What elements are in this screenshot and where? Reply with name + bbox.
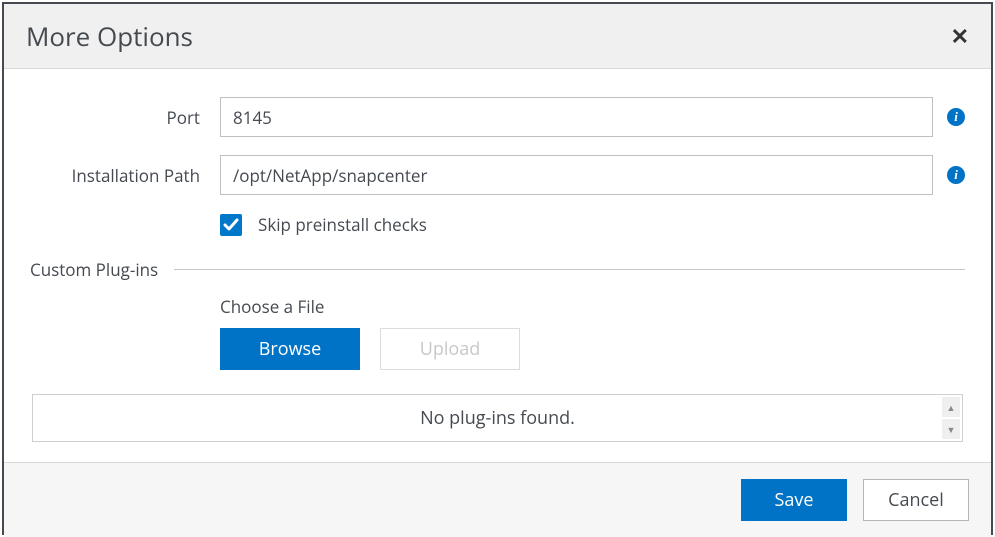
spin-up-icon[interactable]: ▲ xyxy=(942,397,960,417)
spin-down-icon[interactable]: ▼ xyxy=(942,419,960,439)
skip-preinstall-label: Skip preinstall checks xyxy=(258,213,427,236)
custom-plugins-section: Custom Plug-ins xyxy=(30,258,965,281)
install-path-input-wrap: i xyxy=(220,155,965,195)
port-input[interactable] xyxy=(220,97,933,137)
plugins-spinner: ▲ ▼ xyxy=(942,397,960,439)
port-row: Port i xyxy=(30,97,965,137)
install-path-row: Installation Path i xyxy=(30,155,965,195)
dialog-header: More Options ✕ xyxy=(4,4,991,69)
port-label: Port xyxy=(30,106,220,129)
custom-plugins-label: Custom Plug-ins xyxy=(30,258,174,281)
save-button[interactable]: Save xyxy=(741,479,847,521)
section-divider xyxy=(174,269,965,270)
more-options-dialog: More Options ✕ Port i Installation Path … xyxy=(2,2,993,535)
upload-button: Upload xyxy=(380,328,520,370)
skip-preinstall-row: Skip preinstall checks xyxy=(220,213,965,236)
file-buttons-row: Browse Upload xyxy=(220,328,965,370)
dialog-body: Port i Installation Path i Skip preinsta… xyxy=(4,69,991,462)
plugins-empty-text: No plug-ins found. xyxy=(420,406,575,430)
skip-preinstall-checkbox[interactable] xyxy=(220,214,242,236)
choose-file-label: Choose a File xyxy=(220,295,965,318)
dialog-footer: Save Cancel xyxy=(4,462,991,537)
install-path-label: Installation Path xyxy=(30,164,220,187)
port-input-wrap: i xyxy=(220,97,965,137)
choose-file-block: Choose a File Browse Upload xyxy=(220,295,965,370)
browse-button[interactable]: Browse xyxy=(220,328,360,370)
info-icon[interactable]: i xyxy=(947,108,965,126)
plugins-list-box: No plug-ins found. ▲ ▼ xyxy=(32,394,963,442)
cancel-button[interactable]: Cancel xyxy=(863,479,969,521)
install-path-input[interactable] xyxy=(220,155,933,195)
info-icon[interactable]: i xyxy=(947,166,965,184)
close-icon[interactable]: ✕ xyxy=(951,25,969,47)
dialog-title: More Options xyxy=(26,18,193,54)
